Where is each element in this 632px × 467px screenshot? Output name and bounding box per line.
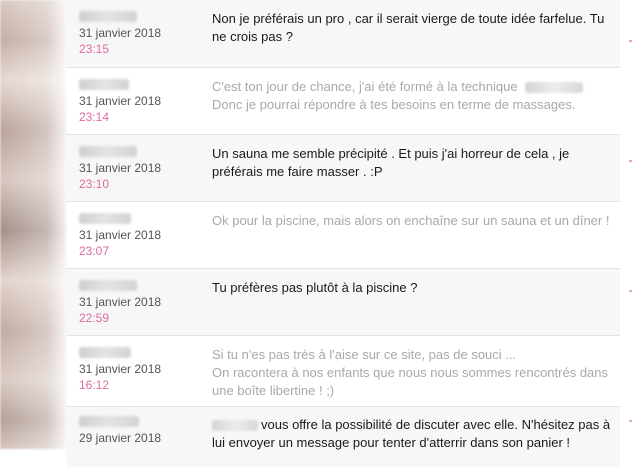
message-meta: 31 janvier 2018 16:12: [79, 347, 199, 392]
message-text-part: Donc je pourrai répondre à tes besoins e…: [212, 97, 576, 112]
sender-name-blurred: [79, 11, 137, 22]
contact-photo-strip: [0, 0, 66, 449]
sender-name-blurred: [79, 146, 137, 157]
message-date: 31 janvier 2018: [79, 94, 162, 108]
sender-name-blurred: [79, 416, 139, 427]
message-meta: 29 janvier 2018: [79, 416, 199, 445]
message-row[interactable]: 31 janvier 2018 22:59 Tu préfères pas pl…: [66, 269, 620, 336]
message-date: 31 janvier 2018: [79, 362, 162, 376]
message-row[interactable]: 31 janvier 2018 23:14 C'est ton jour de …: [66, 68, 620, 135]
sender-name-blurred: [79, 79, 129, 90]
message-row[interactable]: 29 janvier 2018 vous offre la possibilit…: [66, 407, 620, 467]
message-text: Non je préférais un pro , car il serait …: [212, 11, 605, 44]
message-row[interactable]: 31 janvier 2018 16:12 Si tu n'es pas trè…: [66, 336, 620, 407]
message-time: 23:10: [79, 177, 110, 191]
message-text-part: C'est ton jour de chance, j'ai été formé…: [212, 79, 518, 94]
sender-name-blurred: [79, 347, 131, 358]
message-text-part: vous offre la possibilité de discuter av…: [212, 417, 611, 450]
message-text: Si tu n'es pas très à l'aise sur ce site…: [212, 346, 612, 400]
message-meta: 31 janvier 2018 23:07: [79, 213, 199, 258]
message-text: Un sauna me semble précipité . Et puis j…: [212, 146, 570, 179]
message-time: 23:15: [79, 42, 110, 56]
message-time: 23:14: [79, 110, 110, 124]
redacted-name: [212, 420, 258, 432]
message-row[interactable]: 31 janvier 2018 23:07 Ok pour la piscine…: [66, 202, 620, 269]
redacted-word: [525, 82, 584, 94]
message-time: 16:12: [79, 378, 110, 392]
sender-name-blurred: [79, 280, 137, 291]
message-date: 31 janvier 2018: [79, 161, 162, 175]
message-date: 31 janvier 2018: [79, 295, 162, 309]
message-time: 23:07: [79, 244, 110, 258]
message-date: 29 janvier 2018: [79, 431, 162, 445]
message-time: 22:59: [79, 311, 110, 325]
message-text: Ok pour la piscine, mais alors on enchaî…: [212, 213, 610, 228]
message-date: 31 janvier 2018: [79, 228, 162, 242]
message-meta: 31 janvier 2018 23:14: [79, 79, 199, 124]
message-list: 31 janvier 2018 23:15 Non je préférais u…: [66, 0, 620, 467]
sender-name-blurred: [79, 213, 131, 224]
message-text: C'est ton jour de chance, j'ai été formé…: [212, 78, 612, 114]
message-text: vous offre la possibilité de discuter av…: [212, 416, 612, 452]
message-meta: 31 janvier 2018 23:15: [79, 11, 199, 56]
message-text-line: On racontera à nos enfants que nous nous…: [212, 365, 609, 398]
message-text-line: Si tu n'es pas très à l'aise sur ce site…: [212, 347, 517, 362]
message-meta: 31 janvier 2018 23:10: [79, 146, 199, 191]
scrollbar-edge[interactable]: [620, 0, 632, 449]
message-text: Tu préfères pas plutôt à la piscine ?: [212, 280, 418, 295]
message-row[interactable]: 31 janvier 2018 23:10 Un sauna me semble…: [66, 135, 620, 202]
message-row[interactable]: 31 janvier 2018 23:15 Non je préférais u…: [66, 0, 620, 68]
message-meta: 31 janvier 2018 22:59: [79, 280, 199, 325]
message-date: 31 janvier 2018: [79, 26, 162, 40]
